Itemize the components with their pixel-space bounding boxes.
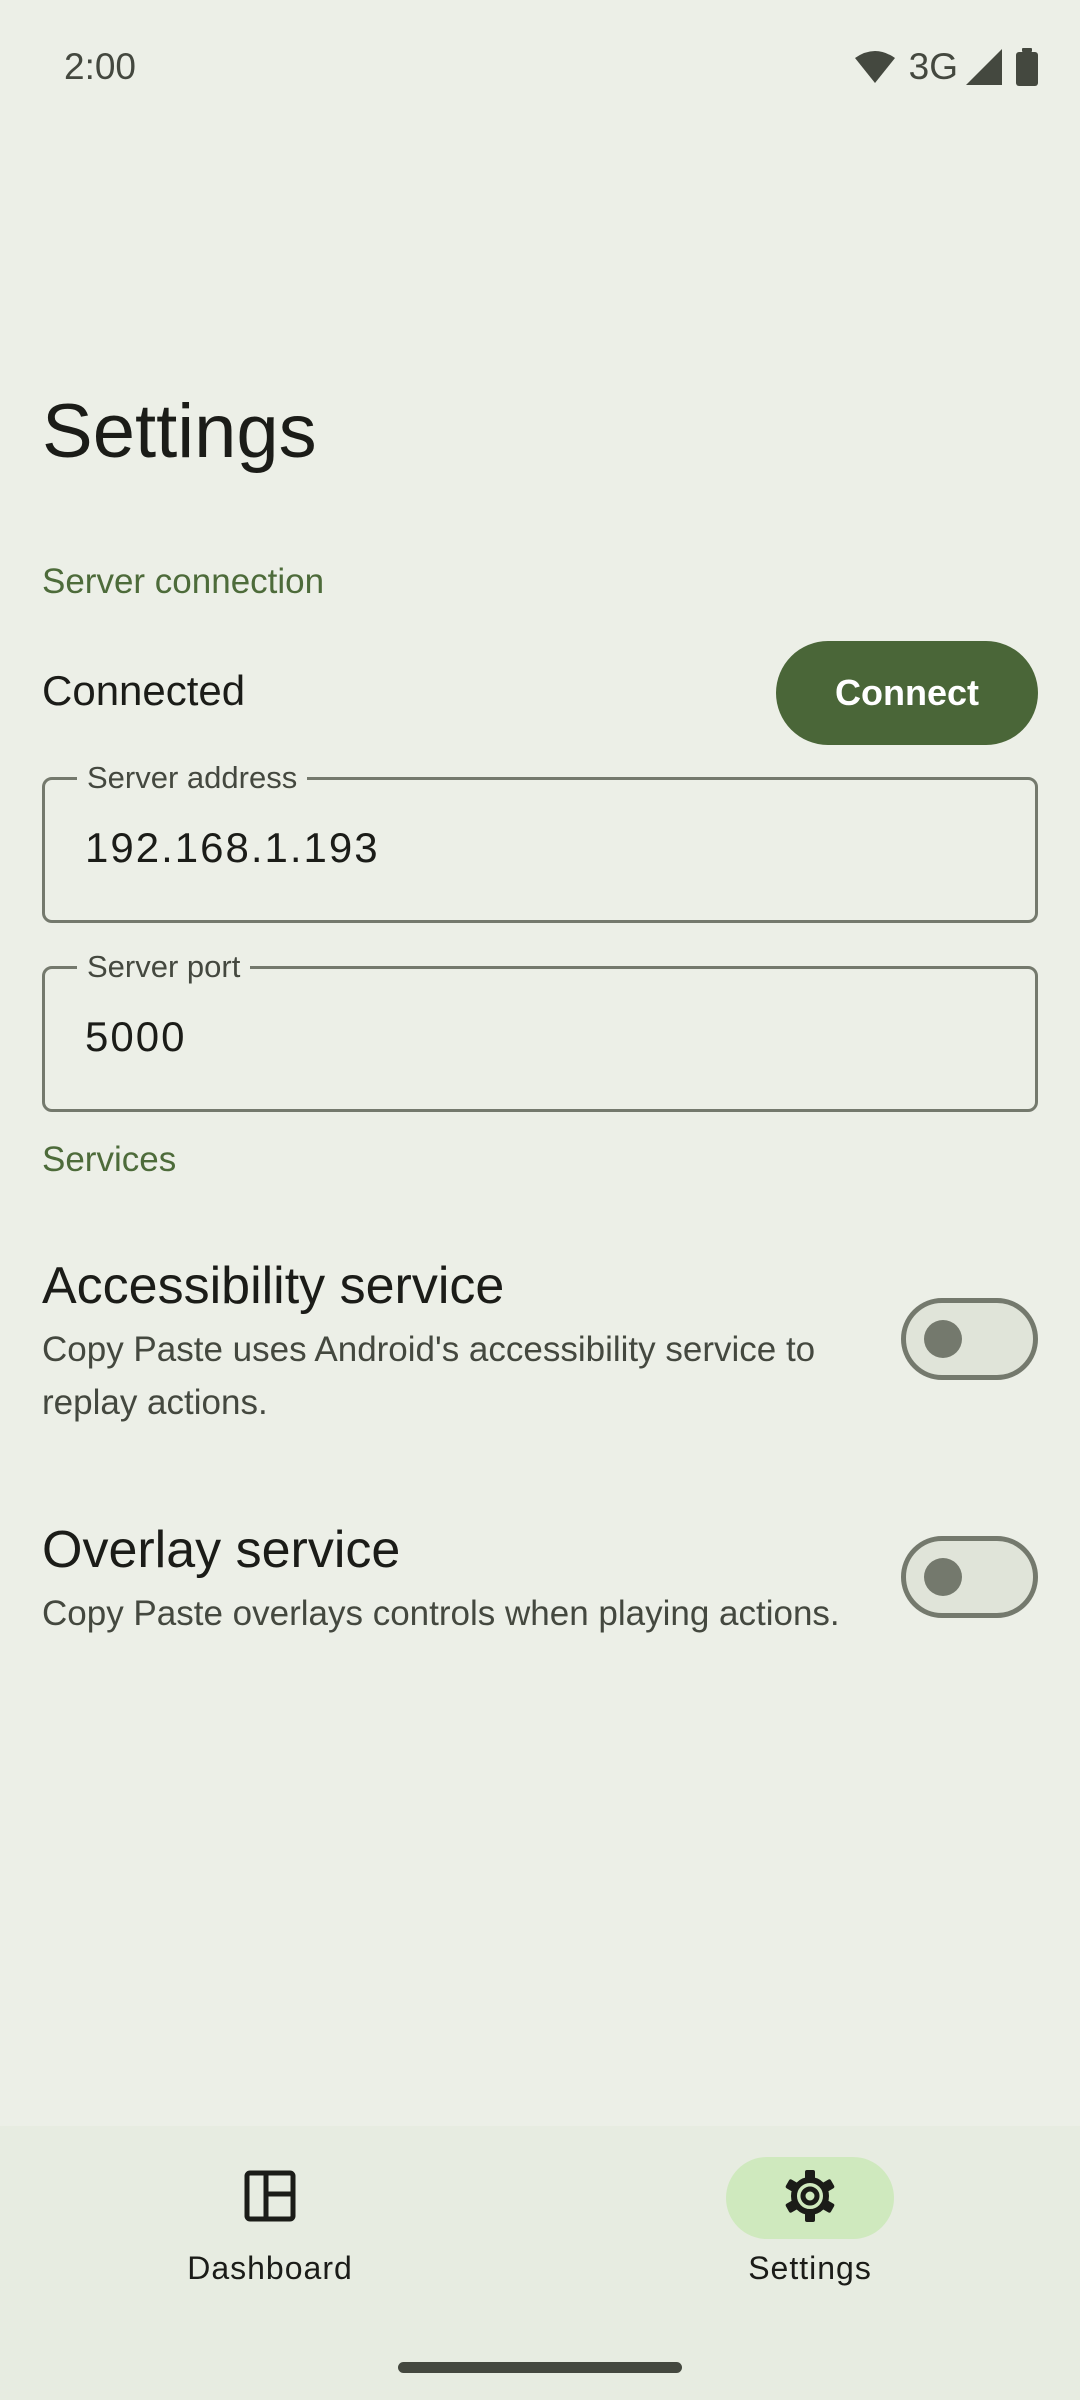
connection-status: Connected: [42, 667, 246, 714]
service-description: Copy Paste overlays controls when playin…: [42, 1594, 840, 1633]
nav-icon-container-active: [726, 2157, 894, 2239]
settings-screen: 2:00 3G Settings Server connection Conne…: [0, 0, 1080, 2400]
nav-icon-container: [186, 2157, 354, 2239]
service-description: Copy Paste uses Android's accessibility …: [42, 1330, 816, 1422]
server-address-label: Server address: [77, 758, 308, 798]
dashboard-icon: [244, 2170, 296, 2227]
nav-item-dashboard[interactable]: Dashboard: [0, 2126, 540, 2336]
server-port-input[interactable]: 5000: [85, 1013, 186, 1061]
overlay-service-toggle[interactable]: [901, 1536, 1038, 1618]
accessibility-service-toggle[interactable]: [901, 1298, 1038, 1380]
section-header-server-connection: Server connection: [42, 562, 325, 601]
network-type: 3G: [908, 46, 958, 87]
page-title: Settings: [42, 389, 317, 474]
service-title: Accessibility service: [42, 1257, 505, 1315]
status-icons: 3G: [854, 44, 1038, 90]
cell-signal-icon: [966, 49, 1002, 85]
status-time: 2:00: [64, 46, 137, 87]
toggle-thumb: [924, 1558, 962, 1596]
connect-button[interactable]: Connect: [776, 641, 1038, 745]
section-header-services: Services: [42, 1140, 177, 1179]
service-title: Overlay service: [42, 1521, 401, 1579]
server-port-field[interactable]: Server port 5000: [42, 947, 1038, 1112]
wifi-icon: [854, 50, 895, 84]
server-address-input[interactable]: 192.168.1.193: [85, 824, 380, 872]
status-bar: 2:00 3G: [0, 0, 1080, 136]
server-port-label: Server port: [77, 947, 251, 987]
nav-label-settings: Settings: [748, 2250, 872, 2286]
battery-icon: [1016, 48, 1038, 86]
nav-item-settings[interactable]: Settings: [540, 2126, 1080, 2336]
bottom-navigation: Dashboard Settings: [0, 2126, 1080, 2400]
nav-label-dashboard: Dashboard: [187, 2250, 353, 2286]
server-address-field[interactable]: Server address 192.168.1.193: [42, 758, 1038, 923]
gear-icon: [782, 2168, 838, 2229]
toggle-thumb: [924, 1320, 962, 1358]
home-indicator[interactable]: [398, 2362, 682, 2373]
